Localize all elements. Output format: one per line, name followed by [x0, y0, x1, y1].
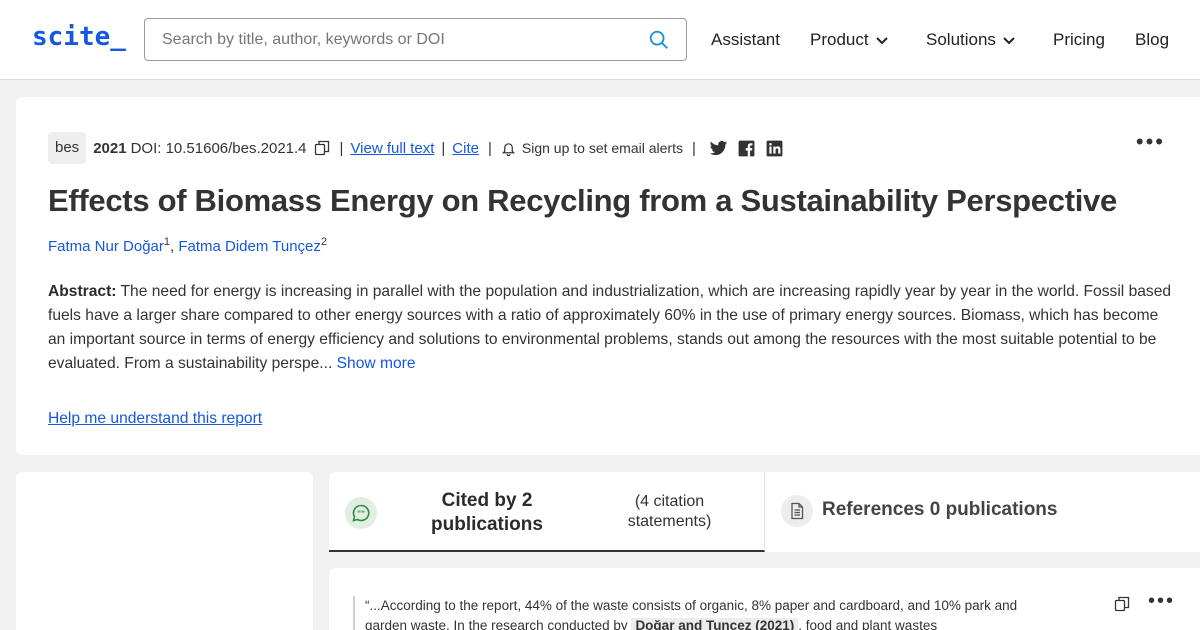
nav-product-label: Product	[810, 30, 869, 49]
nav-product[interactable]: Product	[810, 30, 889, 50]
paper-meta-row: bes 2021 DOI: 10.51606/bes.2021.4 | View…	[48, 132, 784, 164]
doi-text: DOI: 10.51606/bes.2021.4	[130, 139, 307, 157]
abstract: Abstract: The need for energy is increas…	[48, 280, 1173, 376]
separator: |	[487, 139, 492, 157]
search-icon[interactable]	[648, 29, 670, 51]
author-link[interactable]: Fatma Didem Tunçez	[178, 238, 321, 255]
chevron-down-icon	[875, 37, 888, 45]
copy-icon[interactable]	[1114, 596, 1130, 612]
tab-references[interactable]: References 0 publications	[765, 472, 1200, 552]
document-icon	[781, 495, 813, 527]
citation-statements-count: (4 citation statements)	[627, 493, 712, 530]
chevron-down-icon	[1003, 37, 1015, 45]
author-affiliation-number: 2	[320, 236, 328, 248]
more-options-icon[interactable]: •••	[1148, 590, 1175, 613]
more-options-icon[interactable]: •••	[1136, 129, 1165, 155]
separator: |	[441, 139, 446, 157]
facebook-icon[interactable]	[737, 139, 756, 158]
abstract-text: The need for energy is increasing in par…	[48, 283, 1172, 372]
linkedin-icon[interactable]	[765, 139, 784, 158]
paper-card: bes 2021 DOI: 10.51606/bes.2021.4 | View…	[16, 97, 1200, 455]
citation-highlight: Doğar and Tunçez (2021)	[631, 618, 799, 630]
separator: |	[691, 139, 696, 157]
author-list: Fatma Nur Doğar1, Fatma Didem Tunçez2	[48, 236, 327, 255]
nav-pricing-label: Pricing	[1053, 30, 1105, 49]
scite-logo[interactable]: scite_	[32, 22, 126, 52]
email-alerts-link[interactable]: Sign up to set email alerts	[522, 140, 683, 156]
twitter-icon[interactable]	[709, 139, 728, 158]
separator: |	[339, 139, 344, 157]
tab-cited-by[interactable]: " " Cited by 2 publications (4 citation …	[329, 472, 765, 552]
author-link[interactable]: Fatma Nur Doğar	[48, 238, 164, 255]
cite-link[interactable]: Cite	[452, 140, 479, 157]
help-understand-link[interactable]: Help me understand this report	[48, 410, 262, 428]
citation-tabs: " " Cited by 2 publications (4 citation …	[329, 472, 1200, 552]
nav-blog-label: Blog	[1135, 30, 1170, 49]
view-full-text-link[interactable]: View full text	[350, 140, 434, 157]
quote-bubble-icon: " "	[345, 497, 377, 529]
nav-pricing[interactable]: Pricing	[1053, 30, 1105, 50]
search-box[interactable]	[144, 18, 687, 61]
quote-text-after: , food and plant wastes	[798, 618, 938, 630]
abstract-label: Abstract:	[48, 283, 117, 300]
journal-tag[interactable]: bes	[48, 132, 87, 164]
search-input[interactable]	[162, 29, 632, 51]
references-label: References 0 publications	[822, 499, 1058, 520]
show-more-link[interactable]: Show more	[337, 355, 416, 372]
copy-icon[interactable]	[314, 140, 330, 156]
svg-text:": "	[361, 510, 365, 519]
nav-blog[interactable]: Blog	[1135, 30, 1169, 50]
nav-assistant-label: Assistant	[711, 30, 780, 49]
cited-by-label: Cited by 2 publications	[431, 490, 543, 535]
citation-quote: “...According to the report, 44% of the …	[353, 596, 1033, 630]
bell-icon[interactable]	[501, 141, 516, 156]
side-panel	[16, 472, 313, 630]
publication-year: 2021	[93, 139, 127, 157]
top-navigation-bar: scite_ Assistant Product Solutions Prici…	[0, 0, 1200, 80]
paper-title: Effects of Biomass Energy on Recycling f…	[48, 183, 1117, 218]
nav-solutions-label: Solutions	[926, 30, 996, 49]
nav-solutions[interactable]: Solutions	[926, 30, 1016, 50]
nav-assistant[interactable]: Assistant	[711, 30, 780, 50]
citation-statement-card: “...According to the report, 44% of the …	[329, 568, 1200, 630]
